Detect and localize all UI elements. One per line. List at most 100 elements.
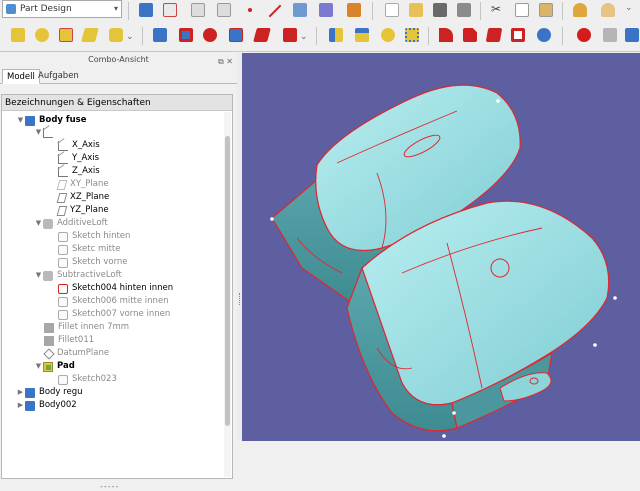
fillet-tool-button[interactable] (436, 25, 456, 45)
thickness-icon (511, 28, 525, 42)
macros-button[interactable] (622, 25, 640, 45)
groove-icon (203, 28, 217, 42)
expand-arrow-icon[interactable]: ▼ (16, 114, 25, 127)
create-body-button[interactable] (136, 0, 156, 20)
pipe-tool-button[interactable] (80, 25, 100, 45)
undo-button[interactable] (570, 0, 590, 20)
open-button[interactable] (406, 0, 426, 20)
tree-item-pad[interactable]: ▼ Pad (34, 360, 75, 373)
import-button[interactable] (188, 0, 208, 20)
copy-button[interactable] (512, 0, 532, 20)
subtractive-helix-icon (283, 28, 297, 42)
tree-item-subtractive-loft[interactable]: ▼ SubtractiveLoft (34, 269, 122, 282)
tree-item-xy-plane[interactable]: XY_Plane (56, 178, 109, 191)
tree-scrollbar[interactable] (224, 112, 231, 477)
tree-item-sketc-mitte[interactable]: Sketc mitte (58, 243, 121, 256)
stop-macro-button[interactable] (600, 25, 620, 45)
subtractive-pipe-icon (253, 28, 271, 42)
vertex-marker (442, 434, 446, 438)
tree-item-label: Sketch007 vorne innen (72, 309, 171, 319)
expand-arrow-icon[interactable]: ▶ (16, 399, 25, 412)
expand-arrow-icon[interactable]: ▼ (34, 269, 43, 282)
tree-item-z-axis[interactable]: Z_Axis (58, 165, 100, 178)
tree-item-body-regu[interactable]: ▶ Body regu (16, 386, 82, 399)
panel-resize-grip[interactable]: ----- (100, 482, 119, 491)
line-icon (267, 3, 282, 18)
splitter-grip (239, 293, 240, 305)
pocket-tool-button[interactable] (150, 25, 170, 45)
vertex-marker (496, 99, 500, 103)
pad-tool-button[interactable] (8, 25, 28, 45)
workbench-selector[interactable]: Part Design ▾ (2, 0, 122, 18)
tree-item-xz-plane[interactable]: XZ_Plane (56, 191, 110, 204)
tree-item-sketch004[interactable]: Sketch004 hinten innen (58, 282, 173, 295)
tree-item-y-axis[interactable]: Y_Axis (58, 152, 99, 165)
chevron-down-icon: ⌄ (625, 3, 633, 13)
linear-pattern-button[interactable] (352, 25, 372, 45)
record-macro-button[interactable] (574, 25, 594, 45)
redo-button[interactable] (598, 0, 618, 20)
more-additive-button[interactable]: ⌄ (126, 29, 136, 49)
new-button[interactable] (382, 0, 402, 20)
loft-tool-button[interactable] (56, 25, 76, 45)
shapebinder-button[interactable] (344, 0, 364, 20)
tab-aufgaben[interactable]: Aufgaben (34, 69, 83, 84)
sketch-icon (58, 257, 68, 268)
cut-button[interactable]: ✂ (488, 0, 508, 20)
subtractive-loft-button[interactable] (226, 25, 246, 45)
chamfer-tool-button[interactable] (460, 25, 480, 45)
sketch-icon (58, 309, 68, 320)
save-as-button[interactable] (454, 0, 474, 20)
loft-icon (59, 28, 73, 42)
subtractive-helix-button[interactable] (280, 25, 300, 45)
revolution-tool-button[interactable] (32, 25, 52, 45)
polar-pattern-button[interactable] (378, 25, 398, 45)
more-subtractive-button[interactable]: ⌄ (300, 29, 310, 49)
expand-arrow-icon[interactable]: ▶ (16, 386, 25, 399)
export-button[interactable] (214, 0, 234, 20)
coord-button[interactable] (316, 0, 336, 20)
datum-button[interactable] (290, 0, 310, 20)
body-icon (25, 115, 35, 126)
tree-item-sketch007[interactable]: Sketch007 vorne innen (58, 308, 170, 321)
more-button[interactable]: ⌄ (622, 0, 640, 20)
tree-item-additive-loft[interactable]: ▼ AdditiveLoft (34, 217, 108, 230)
tree-item-datum-plane[interactable]: DatumPlane (43, 347, 109, 360)
hole-tool-button[interactable] (176, 25, 196, 45)
paste-button[interactable] (536, 0, 556, 20)
tree-item-yz-plane[interactable]: YZ_Plane (56, 204, 109, 217)
expand-arrow-icon[interactable]: ▼ (34, 217, 43, 230)
boolean-tool-button[interactable] (534, 25, 554, 45)
multitransform-button[interactable] (402, 25, 422, 45)
tree-item-origin[interactable]: ▼ (34, 126, 57, 139)
tree-item-fillet-innen[interactable]: Fillet innen 7mm (44, 321, 129, 334)
tree-item-sketch023[interactable]: Sketch023 (58, 373, 117, 386)
tree-item-sketch-vorne[interactable]: Sketch vorne (58, 256, 128, 269)
tree-item-body002[interactable]: ▶ Body002 (16, 399, 77, 412)
tree-item-x-axis[interactable]: X_Axis (58, 139, 100, 152)
fillet-icon (439, 28, 453, 42)
scrollbar-thumb[interactable] (225, 136, 230, 426)
expand-arrow-icon[interactable]: ▼ (34, 126, 43, 139)
helix-icon (109, 28, 123, 42)
paste-icon (539, 3, 553, 17)
plane-icon (56, 205, 68, 216)
tree-item-fillet011[interactable]: Fillet011 (44, 334, 94, 347)
thickness-tool-button[interactable] (508, 25, 528, 45)
tree-item-sketch-hinten[interactable]: Sketch hinten (58, 230, 130, 243)
subtractive-pipe-button[interactable] (252, 25, 272, 45)
expand-arrow-icon[interactable]: ▼ (34, 360, 43, 373)
point-button[interactable] (240, 0, 260, 20)
groove-tool-button[interactable] (200, 25, 220, 45)
helix-tool-button[interactable] (106, 25, 126, 45)
create-part-button[interactable] (160, 0, 180, 20)
undo-icon (573, 3, 587, 17)
draft-tool-button[interactable] (484, 25, 504, 45)
tree-item-sketch006[interactable]: Sketch006 mitte innen (58, 295, 169, 308)
tree-item-label: Sketc mitte (72, 244, 121, 254)
mirrored-button[interactable] (326, 25, 346, 45)
tree-item-label: XZ_Plane (70, 192, 110, 202)
save-button[interactable] (430, 0, 450, 20)
line-button[interactable] (264, 0, 284, 20)
3d-viewport[interactable] (242, 53, 640, 441)
